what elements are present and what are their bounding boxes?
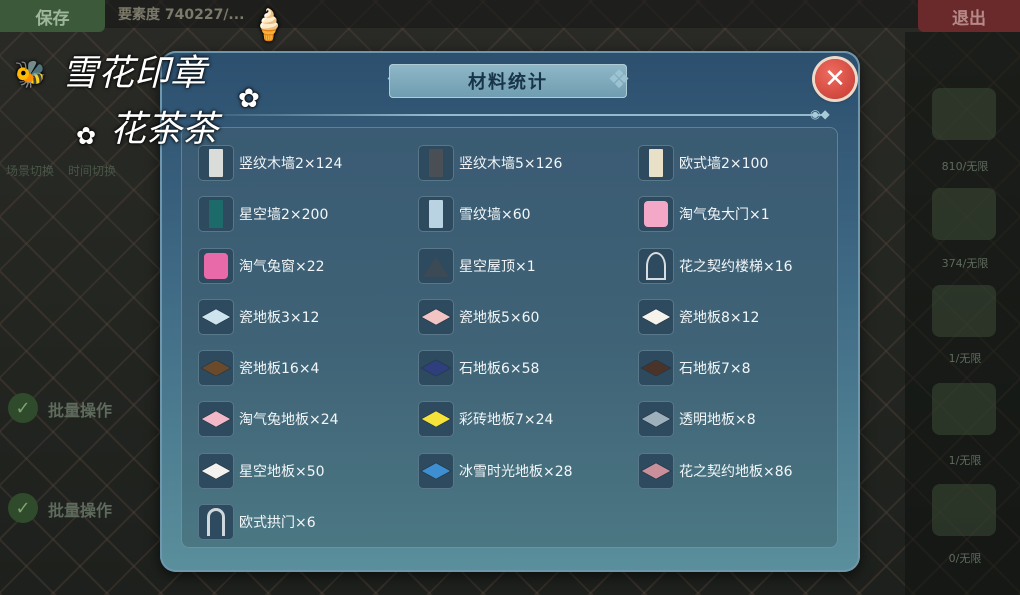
dialog-title: 材料统计: [389, 64, 627, 98]
material-item: 淘气兔地板×24: [198, 399, 418, 439]
tile-icon: [198, 298, 234, 335]
material-item: 透明地板×8: [638, 399, 838, 439]
material-label: 淘气兔大门×1: [679, 207, 770, 224]
scene-switch-label[interactable]: 场景切换: [6, 162, 54, 179]
material-item: 星空屋顶×1: [418, 246, 638, 286]
material-label: 竖纹木墙2×124: [239, 156, 343, 172]
toolbar-slot-count: 810/无限: [941, 160, 989, 173]
material-label: 星空地板×50: [239, 463, 325, 480]
material-item: 星空墙2×200: [198, 194, 418, 234]
tile-icon: [198, 350, 234, 387]
wall-euro-icon: [638, 145, 674, 181]
check-icon[interactable]: ✓: [8, 393, 38, 423]
material-label: 欧式墙2×100: [679, 156, 769, 172]
material-stats-dialog: ❖ 材料统计 ❖ ✕ ◉◆ 竖纹木墙2×124竖纹木墙5×126欧式墙2×100…: [160, 51, 860, 572]
material-label: 瓷地板16×4: [239, 361, 320, 378]
tile-icon: [638, 452, 674, 489]
material-item: 花之契约楼梯×16: [638, 246, 838, 286]
material-item: 竖纹木墙2×124: [198, 143, 418, 183]
material-label: 瓷地板5×60: [459, 309, 540, 326]
ornament-icon: ❖: [607, 65, 631, 95]
material-label: 石地板6×58: [459, 361, 540, 378]
material-label: 星空墙2×200: [239, 207, 329, 224]
material-item: 欧式墙2×100: [638, 143, 838, 183]
material-item: 瓷地板8×12: [638, 297, 838, 337]
header-divider: [182, 114, 822, 116]
tile-icon: [638, 401, 674, 438]
tile-icon: [418, 452, 454, 489]
toolbar-slot-count: 1/无限: [948, 352, 982, 365]
material-item: 欧式拱门×6: [198, 502, 418, 542]
bee-icon: 🐝: [14, 60, 47, 90]
toolbar-slot-count: 0/无限: [948, 552, 982, 565]
material-item: 星空地板×50: [198, 451, 418, 491]
material-item: 雪纹墙×60: [418, 194, 638, 234]
exit-button[interactable]: 退出: [918, 0, 1020, 32]
material-label: 花之契约地板×86: [679, 463, 793, 480]
toolbar-slot[interactable]: [932, 484, 996, 536]
material-label: 石地板7×8: [679, 361, 751, 378]
ice-cream-bunny-icon: 🍦: [250, 8, 288, 43]
material-label: 竖纹木墙5×126: [459, 156, 563, 172]
toolbar-slot[interactable]: [932, 383, 996, 435]
material-label: 淘气兔窗×22: [239, 258, 325, 275]
scene-stat-text: 要素度 740227/...: [118, 7, 245, 23]
material-grid: 竖纹木墙2×124 竖纹木墙5×126 欧式墙2×100 星空墙2×200 雪纹墙×60…: [198, 143, 838, 553]
material-label: 欧式拱门×6: [239, 515, 316, 532]
bunny-door-icon: [638, 196, 674, 233]
batch-operation-label[interactable]: 批量操作: [48, 397, 112, 421]
material-item: 瓷地板16×4: [198, 348, 418, 388]
material-item: 淘气兔窗×22: [198, 246, 418, 286]
toolbar-slot[interactable]: [932, 188, 996, 240]
tile-icon: [418, 401, 454, 438]
wall-starry-icon: [198, 196, 234, 233]
material-label: 彩砖地板7×24: [459, 412, 554, 429]
material-label: 冰雪时光地板×28: [459, 463, 573, 480]
material-label: 花之契约楼梯×16: [679, 258, 793, 275]
tile-icon: [418, 350, 454, 387]
material-item: 瓷地板3×12: [198, 297, 418, 337]
material-item: 竖纹木墙5×126: [418, 143, 638, 183]
tile-icon: [638, 350, 674, 387]
spiral-stairs-icon: [638, 247, 674, 284]
close-button[interactable]: ✕: [815, 59, 855, 99]
time-switch-label[interactable]: 时间切换: [68, 162, 116, 179]
wall-dark-icon: [418, 145, 454, 181]
material-label: 淘气兔地板×24: [239, 412, 339, 429]
tile-icon: [418, 298, 454, 335]
material-label: 瓷地板3×12: [239, 309, 320, 326]
material-label: 雪纹墙×60: [459, 207, 531, 224]
material-item: 花之契约地板×86: [638, 451, 838, 491]
material-item: 彩砖地板7×24: [418, 399, 638, 439]
batch-operation-label[interactable]: 批量操作: [48, 497, 112, 521]
toolbar-slot[interactable]: [932, 285, 996, 337]
tile-icon: [198, 452, 234, 489]
material-item: 石地板7×8: [638, 348, 838, 388]
tile-icon: [638, 298, 674, 335]
material-label: 瓷地板8×12: [679, 309, 760, 326]
wall-snow-icon: [418, 196, 454, 233]
close-x-icon: ✕: [824, 64, 846, 94]
flower-icon: ✿: [76, 122, 97, 150]
toolbar-slot[interactable]: [932, 88, 996, 140]
material-item: 石地板6×58: [418, 348, 638, 388]
material-item: 淘气兔大门×1: [638, 194, 838, 234]
arch-door-icon: [198, 504, 234, 541]
check-icon[interactable]: ✓: [8, 493, 38, 523]
toolbar-slot-count: 374/无限: [941, 257, 989, 270]
tile-icon: [198, 401, 234, 438]
watermark-text: 雪花印章: [62, 53, 207, 94]
bunny-window-icon: [198, 247, 234, 284]
watermark-text: 花茶茶: [110, 109, 219, 150]
save-button[interactable]: 保存: [0, 0, 105, 32]
material-label: 星空屋顶×1: [459, 258, 536, 275]
starry-roof-icon: [418, 247, 454, 284]
toolbar-slot-count: 1/无限: [948, 454, 982, 467]
ornament-icon: ◉◆: [810, 107, 830, 121]
material-item: 冰雪时光地板×28: [418, 451, 638, 491]
flower-icon: ✿: [238, 84, 260, 114]
material-item: 瓷地板5×60: [418, 297, 638, 337]
material-label: 透明地板×8: [679, 412, 756, 429]
material-list-panel: 竖纹木墙2×124 竖纹木墙5×126 欧式墙2×100 星空墙2×200 雪纹墙×60…: [181, 127, 838, 548]
